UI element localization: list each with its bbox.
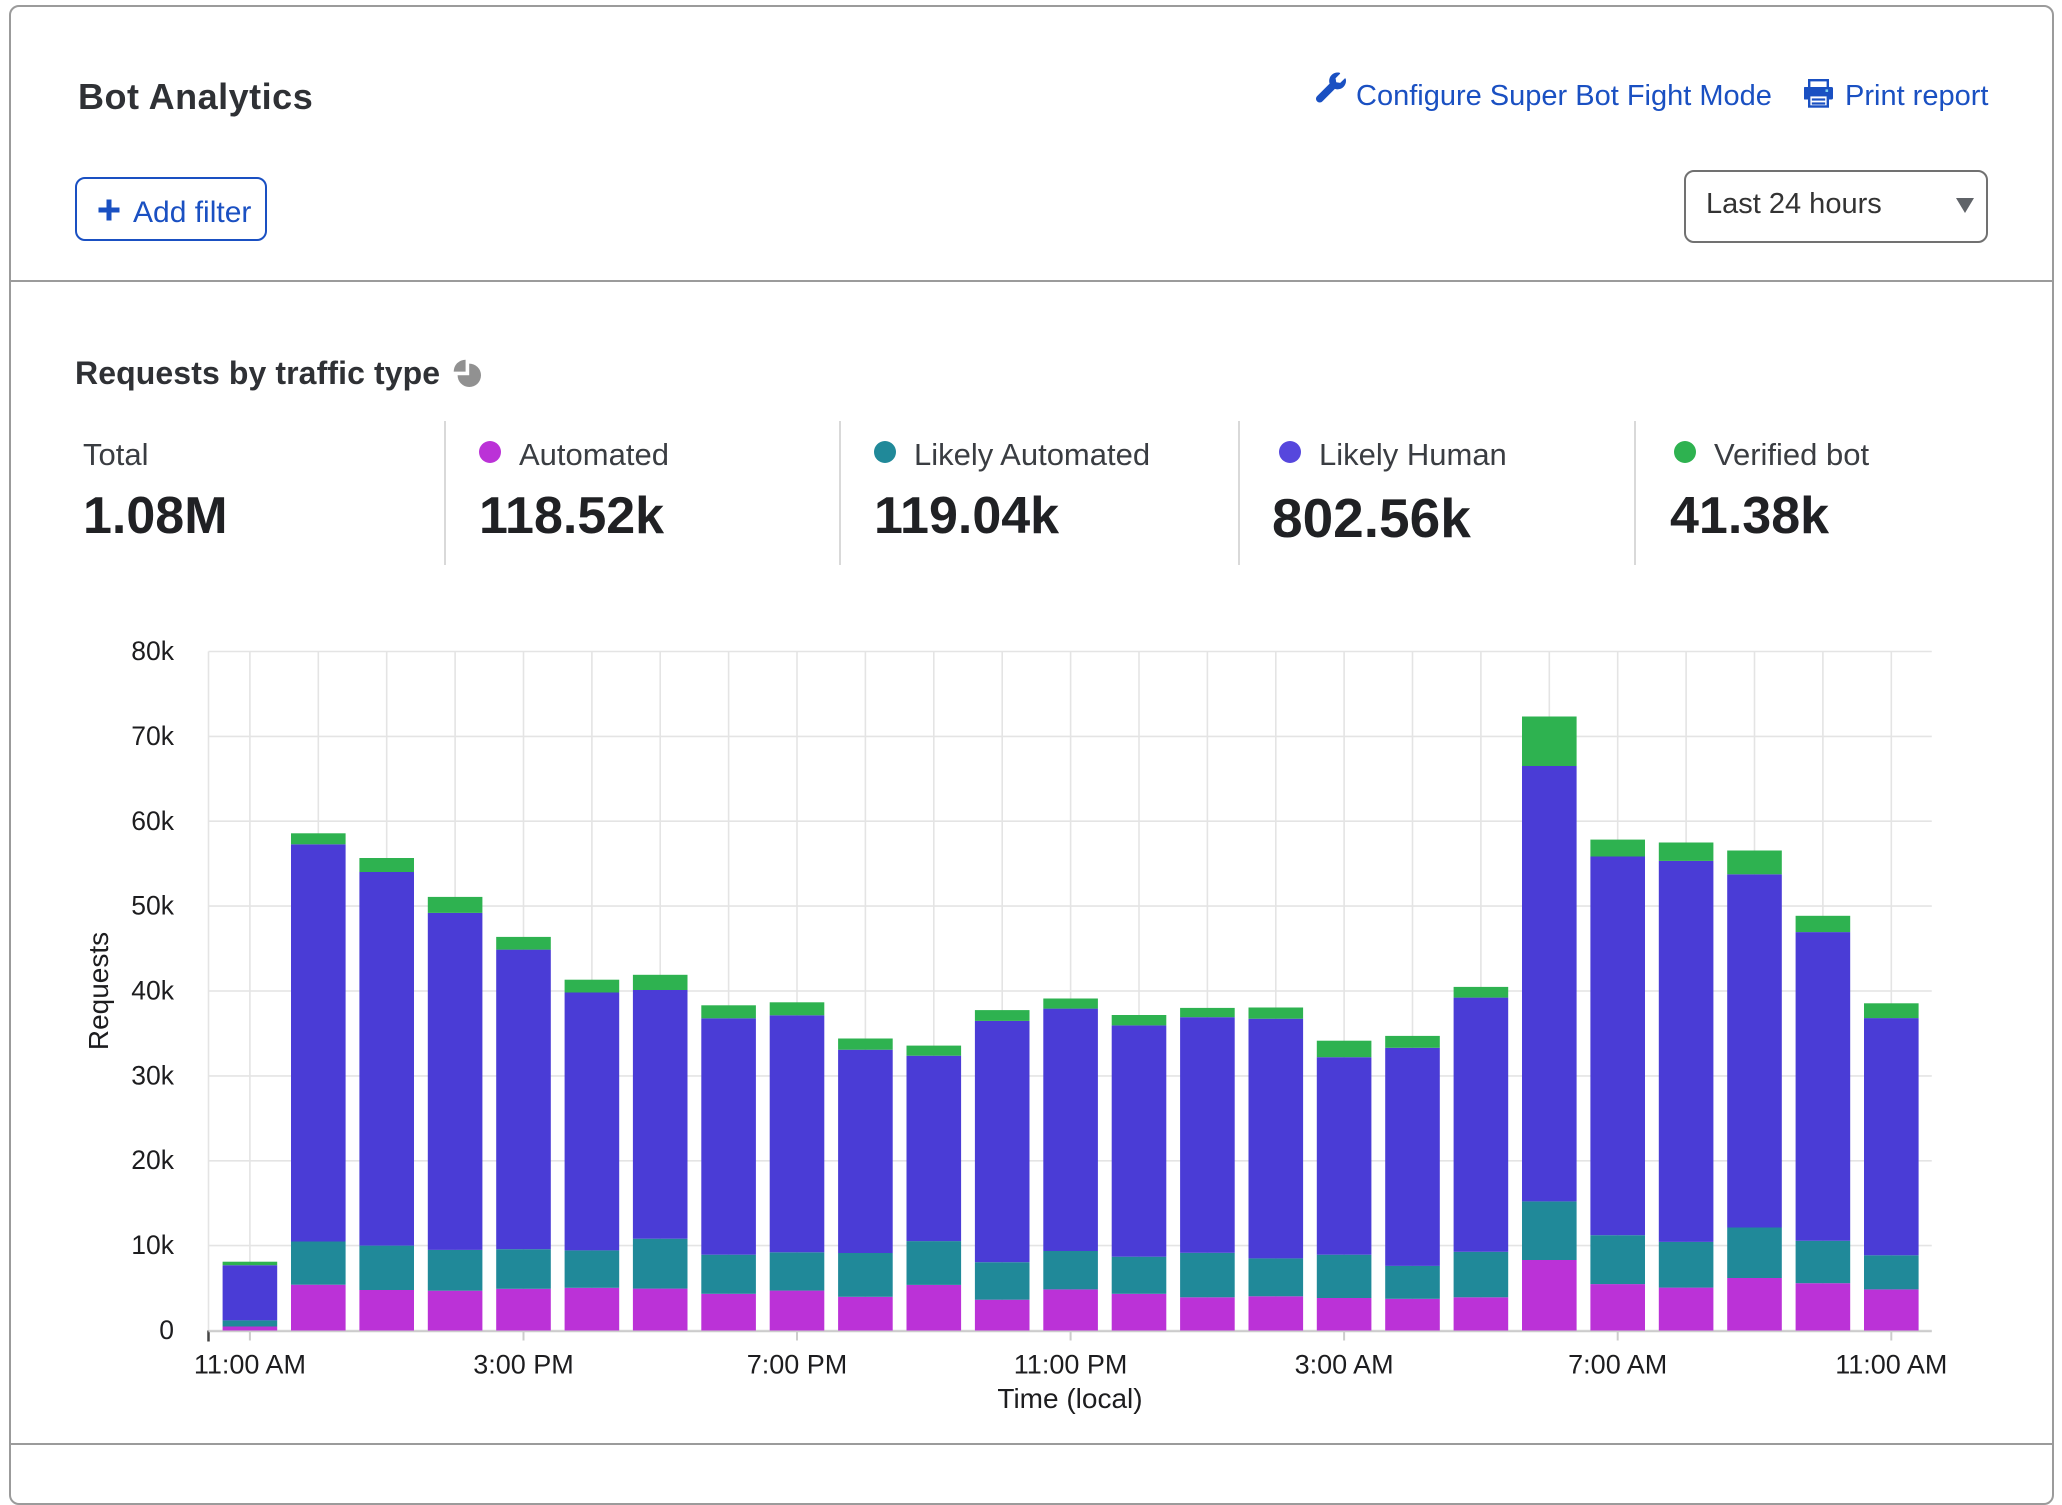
svg-text:3:00 AM: 3:00 AM [1295,1350,1394,1380]
svg-text:70k: 70k [131,721,174,751]
svg-text:7:00 AM: 7:00 AM [1568,1350,1667,1380]
svg-text:11:00 AM: 11:00 AM [1835,1350,1947,1380]
svg-text:11:00 PM: 11:00 PM [1014,1350,1128,1380]
svg-text:40k: 40k [131,976,174,1006]
svg-text:10k: 10k [131,1230,174,1260]
svg-text:0: 0 [159,1315,174,1345]
svg-text:Time (local): Time (local) [997,1383,1142,1414]
svg-text:20k: 20k [131,1145,174,1175]
svg-text:50k: 50k [131,891,174,921]
svg-text:3:00 PM: 3:00 PM [473,1350,574,1380]
svg-text:7:00 PM: 7:00 PM [747,1350,848,1380]
svg-text:11:00 AM: 11:00 AM [194,1350,306,1380]
svg-text:Requests: Requests [83,932,114,1050]
svg-text:60k: 60k [131,806,174,836]
svg-text:30k: 30k [131,1060,174,1090]
svg-text:80k: 80k [131,636,174,666]
